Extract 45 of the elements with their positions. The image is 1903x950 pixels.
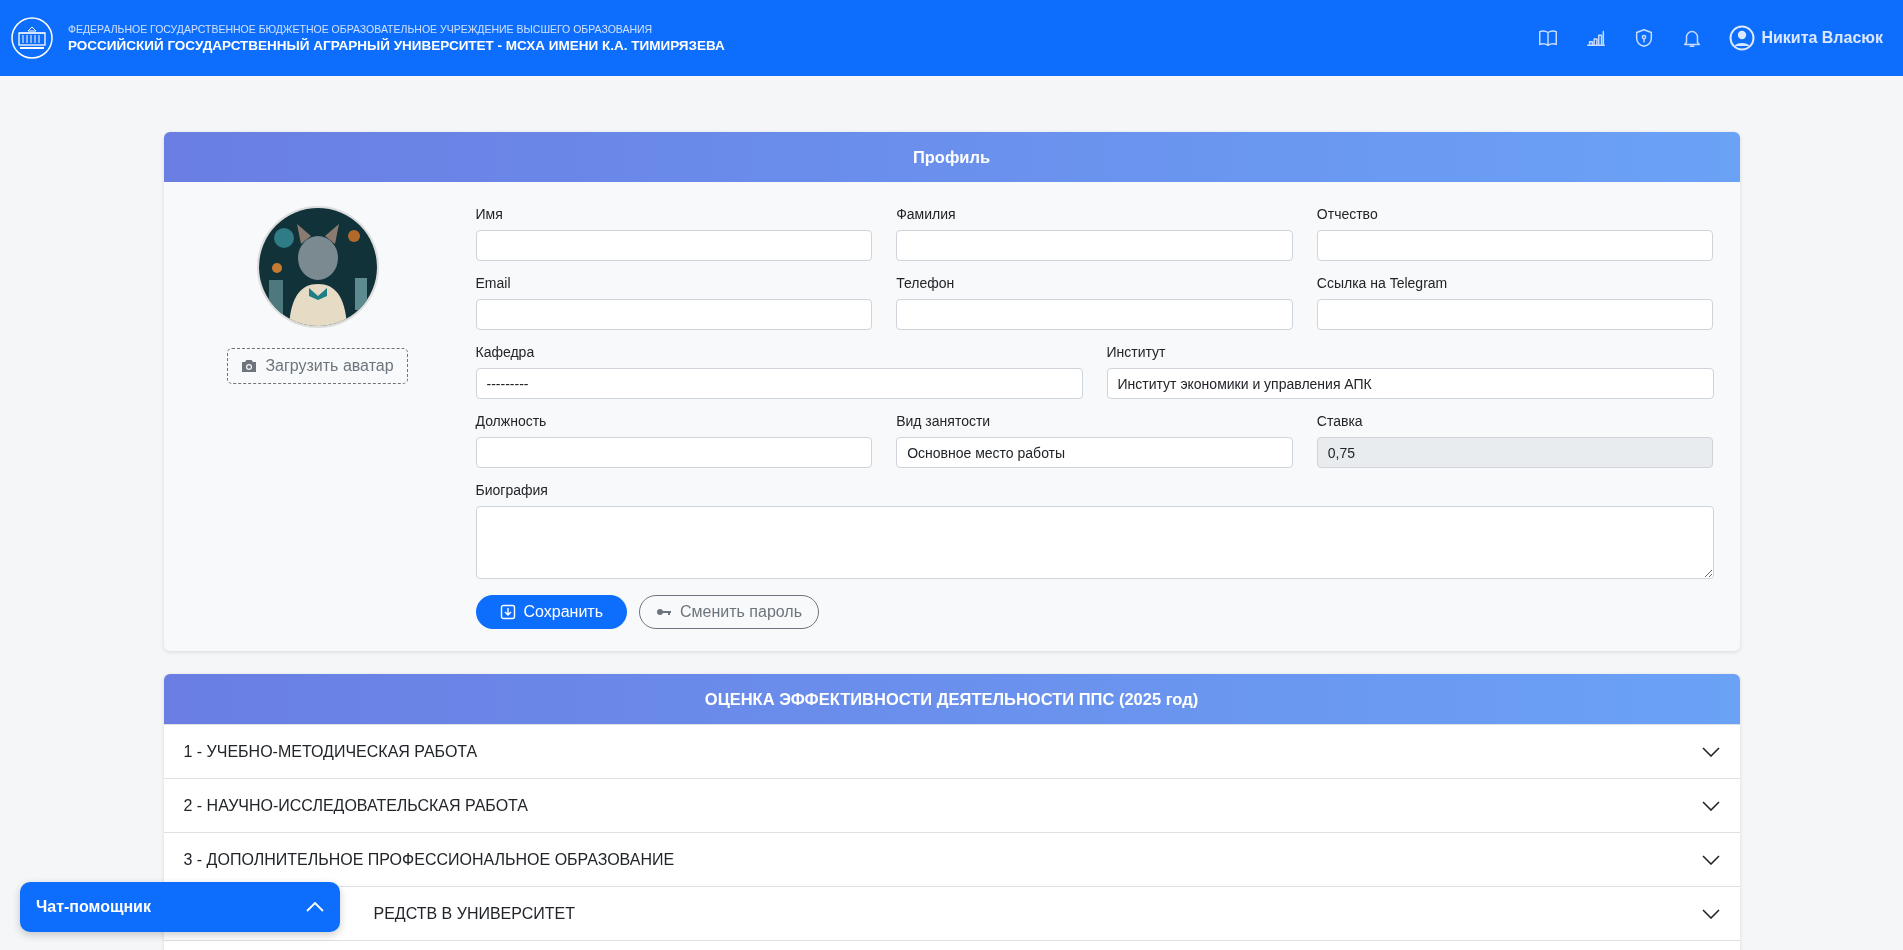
save-button[interactable]: Сохранить (475, 595, 627, 629)
input-field[interactable] (896, 299, 1293, 330)
field-label: Институт (1106, 344, 1167, 360)
accordion-item[interactable]: 2 - НАУЧНО-ИССЛЕДОВАТЕЛЬСКАЯ РАБОТА (163, 779, 1740, 832)
chevron-up-icon (306, 902, 324, 912)
chevron-down-icon (1701, 800, 1720, 811)
card-header: Профиль (163, 132, 1740, 182)
chat-assistant-widget[interactable]: Чат-помощник (20, 882, 340, 932)
organization-line: ФЕДЕРАЛЬНОЕ ГОСУДАРСТВЕННОЕ БЮДЖЕТНОЕ ОБРАЗОВАТЕЛЬНОЕ УЧРЕЖДЕНИЕ ВЫСШЕГО ОБРАЗОВАНИЯ (68, 23, 654, 35)
field-label: Кафедра (475, 344, 536, 360)
field-label: Фамилия (896, 206, 957, 222)
camera-icon (241, 359, 258, 373)
field-label: Вид занятости (896, 413, 992, 429)
input-field[interactable] (1316, 299, 1714, 330)
accordion-item[interactable]: 1 - УЧЕБНО-МЕТОДИЧЕСКАЯ РАБОТА (163, 725, 1740, 778)
user-menu[interactable]: Никита Власюк (1729, 25, 1883, 51)
university-name: РОССИЙСКИЙ ГОСУДАРСТВЕННЫЙ АГРАРНЫЙ УНИВЕРСИТЕТ - МСХА ИМЕНИ К.А. ТИМИРЯЗЕВА (68, 38, 725, 53)
card-header: ОЦЕНКА ЭФФЕКТИВНОСТИ ДЕЯТЕЛЬНОСТИ ППС (2025 год) (163, 674, 1740, 724)
field-label: Имя (475, 206, 504, 222)
input-field[interactable]: Основное место работы (896, 437, 1293, 468)
key-icon (656, 607, 672, 617)
user-avatar-icon (1729, 25, 1756, 51)
input-field[interactable] (1316, 230, 1714, 261)
input-field[interactable] (475, 230, 873, 261)
field-label: Должность (475, 413, 548, 429)
upload-avatar-button[interactable]: Загрузить аватар (227, 348, 408, 384)
field-label: Отчество (1316, 206, 1379, 222)
input-field[interactable] (475, 437, 873, 468)
biography-field[interactable] (475, 506, 1714, 579)
field-label: Биография (475, 482, 549, 498)
accordion-item[interactable]: 3 - ДОПОЛНИТЕЛЬНОЕ ПРОФЕССИОНАЛЬНОЕ ОБРАЗОВАНИЕ (163, 833, 1740, 886)
university-logo[interactable] (10, 16, 54, 60)
book-icon (1537, 27, 1560, 49)
input-field[interactable]: --------- (475, 368, 1083, 399)
field-label: Телефон (896, 275, 956, 291)
field-label: Ставка (1316, 413, 1364, 429)
field-label: Email (475, 275, 512, 291)
chevron-down-icon (1701, 746, 1720, 757)
chevron-down-icon (1701, 908, 1720, 919)
field-label: Ссылка на Telegram (1316, 275, 1449, 291)
input-field[interactable] (475, 299, 873, 330)
chevron-down-icon (1701, 854, 1720, 865)
input-field[interactable] (896, 230, 1293, 261)
input-field[interactable]: Институт экономики и управления АПК (1106, 368, 1714, 399)
download-icon (499, 604, 516, 620)
